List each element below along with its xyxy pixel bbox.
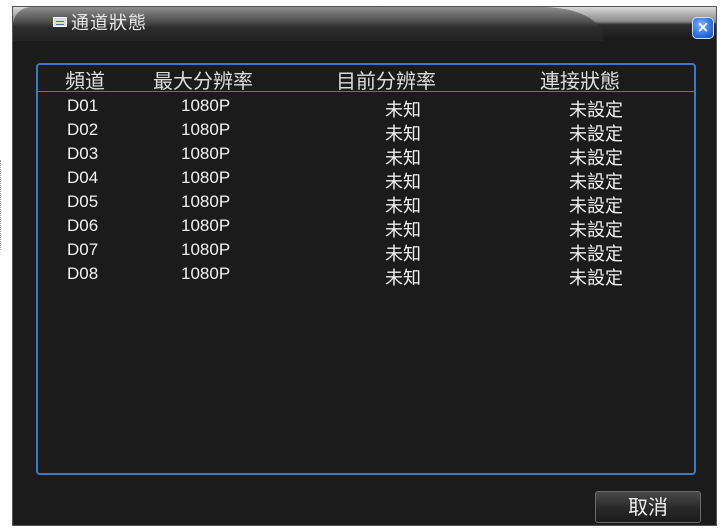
cancel-button[interactable]: 取消: [595, 491, 701, 523]
table-row: D01 1080P 未知 未設定: [38, 96, 694, 121]
table-row: D04 1080P 未知 未設定: [38, 168, 694, 193]
table-row: D07 1080P 未知 未設定: [38, 240, 694, 265]
column-header-current-resolution: 目前分辨率: [336, 69, 436, 93]
cell-channel: D01: [67, 96, 99, 115]
cell-max-resolution: 1080P: [181, 144, 231, 163]
cell-current-resolution: 未知: [385, 268, 421, 289]
cell-channel: D03: [67, 144, 99, 163]
close-button[interactable]: ×: [692, 17, 714, 39]
cell-connection-status: 未設定: [569, 220, 623, 241]
title-tab: 通道狀態: [13, 7, 603, 41]
cell-connection-status: 未設定: [569, 100, 623, 121]
cell-connection-status: 未設定: [569, 268, 623, 289]
cell-connection-status: 未設定: [569, 244, 623, 265]
channel-status-table: 頻道 最大分辨率 目前分辨率 連接狀態 D01 1080P 未知 未設定 D02…: [36, 63, 696, 475]
cell-channel: D04: [67, 168, 99, 187]
column-header-connection-status: 連接狀態: [540, 69, 620, 93]
table-row: D02 1080P 未知 未設定: [38, 120, 694, 145]
window-icon: [53, 17, 67, 27]
table-row: D06 1080P 未知 未設定: [38, 216, 694, 241]
cell-current-resolution: 未知: [385, 148, 421, 169]
column-header-max-resolution: 最大分辨率: [153, 69, 253, 93]
dialog-title: 通道狀態: [71, 13, 147, 34]
column-header-channel: 頻道: [65, 69, 105, 93]
channel-status-dialog: 通道狀態 × 頻道 最大分辨率 目前分辨率 連接狀態 D01 1080P 未知 …: [12, 6, 717, 526]
cell-current-resolution: 未知: [385, 220, 421, 241]
cell-connection-status: 未設定: [569, 172, 623, 193]
title-bar: 通道狀態 ×: [13, 7, 716, 41]
cell-max-resolution: 1080P: [181, 192, 231, 211]
cell-channel: D08: [67, 264, 99, 283]
cell-current-resolution: 未知: [385, 196, 421, 217]
cell-channel: D06: [67, 216, 99, 235]
cell-max-resolution: 1080P: [181, 216, 231, 235]
table-row: D03 1080P 未知 未設定: [38, 144, 694, 169]
cell-current-resolution: 未知: [385, 124, 421, 145]
cell-connection-status: 未設定: [569, 196, 623, 217]
cell-channel: D07: [67, 240, 99, 259]
cell-connection-status: 未設定: [569, 124, 623, 145]
page-edge-decoration: [0, 160, 3, 250]
cell-max-resolution: 1080P: [181, 264, 231, 283]
table-row: D05 1080P 未知 未設定: [38, 192, 694, 217]
cell-max-resolution: 1080P: [181, 168, 231, 187]
cell-channel: D05: [67, 192, 99, 211]
cell-channel: D02: [67, 120, 99, 139]
cell-max-resolution: 1080P: [181, 240, 231, 259]
cell-connection-status: 未設定: [569, 148, 623, 169]
table-row: D08 1080P 未知 未設定: [38, 264, 694, 289]
cell-current-resolution: 未知: [385, 172, 421, 193]
cell-current-resolution: 未知: [385, 244, 421, 265]
cell-max-resolution: 1080P: [181, 120, 231, 139]
cell-max-resolution: 1080P: [181, 96, 231, 115]
cell-current-resolution: 未知: [385, 100, 421, 121]
header-divider: [38, 91, 694, 92]
